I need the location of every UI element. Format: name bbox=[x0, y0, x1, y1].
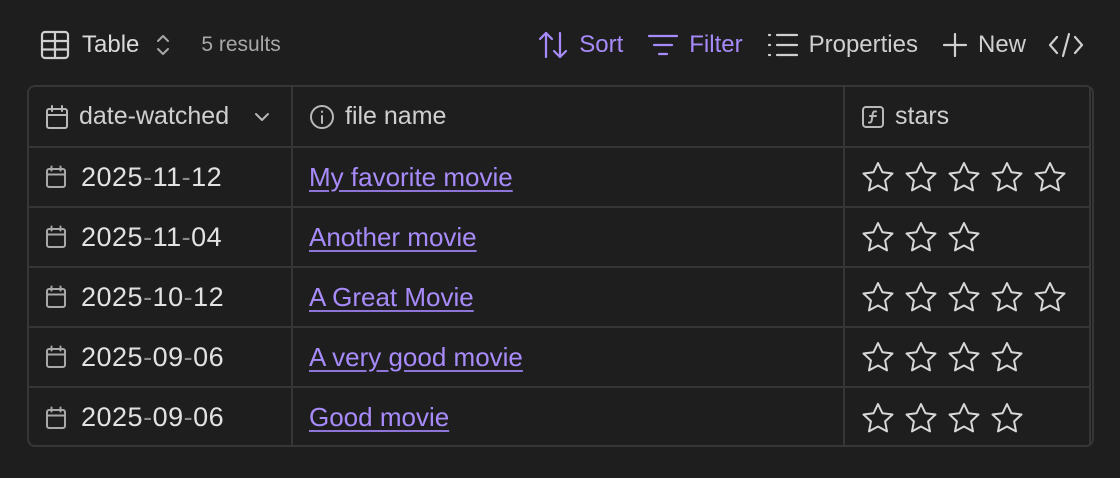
star-icon bbox=[990, 161, 1024, 193]
file-link[interactable]: A very good movie bbox=[309, 342, 523, 372]
date-cell[interactable]: 2025-11-12 bbox=[29, 147, 293, 208]
star-icon bbox=[990, 281, 1024, 313]
star-icon bbox=[947, 161, 981, 193]
chevron-down-icon[interactable] bbox=[253, 111, 271, 123]
new-button[interactable]: New bbox=[930, 22, 1038, 68]
column-label: stars bbox=[895, 102, 950, 130]
file-link[interactable]: Another movie bbox=[309, 222, 477, 252]
stars-cell bbox=[844, 147, 1091, 208]
date-cell[interactable]: 2025-09-06 bbox=[29, 327, 293, 388]
date-value: 2025-10-12 bbox=[81, 281, 225, 312]
date-cell[interactable]: 2025-11-04 bbox=[29, 207, 293, 268]
star-icon bbox=[1033, 161, 1067, 193]
filter-lines-icon bbox=[647, 32, 679, 58]
star-icon bbox=[861, 402, 895, 434]
list-icon bbox=[767, 32, 799, 58]
formula-icon bbox=[861, 105, 885, 129]
column-label: file name bbox=[345, 102, 447, 130]
star-icon bbox=[904, 402, 938, 434]
file-link[interactable]: A Great Movie bbox=[309, 282, 474, 312]
bases-table: date-watched file name stars 2025-11-12 … bbox=[27, 85, 1094, 447]
date-cell[interactable]: 2025-10-12 bbox=[29, 267, 293, 328]
file-name-cell: A Great Movie bbox=[292, 267, 845, 328]
file-link[interactable]: Good movie bbox=[309, 402, 449, 432]
filter-label: Filter bbox=[689, 31, 743, 58]
column-label: date-watched bbox=[79, 102, 230, 130]
table-row: 2025-11-12 My favorite movie bbox=[29, 147, 1091, 208]
sort-button[interactable]: Sort bbox=[525, 22, 635, 68]
table-row: 2025-09-06 Good movie bbox=[29, 387, 1091, 445]
star-icon bbox=[861, 161, 895, 193]
results-count: 5 results bbox=[201, 33, 281, 56]
table-grid: date-watched file name stars 2025-11-12 … bbox=[29, 87, 1091, 445]
date-value: 2025-09-06 bbox=[81, 341, 225, 372]
star-icon bbox=[861, 221, 895, 253]
header-row: date-watched file name stars bbox=[29, 87, 1091, 148]
file-name-cell: Good movie bbox=[292, 387, 845, 445]
stars-cell bbox=[844, 387, 1091, 445]
star-icon bbox=[990, 341, 1024, 373]
view-switcher[interactable]: Table bbox=[26, 22, 185, 68]
calendar-icon bbox=[45, 345, 67, 369]
calendar-icon bbox=[45, 165, 67, 189]
file-link[interactable]: My favorite movie bbox=[309, 162, 513, 192]
code-icon bbox=[1048, 31, 1084, 59]
column-header-stars[interactable]: stars bbox=[844, 87, 1091, 148]
filter-button[interactable]: Filter bbox=[635, 22, 754, 68]
plus-icon bbox=[942, 32, 968, 58]
sort-label: Sort bbox=[579, 31, 624, 58]
star-icon bbox=[947, 402, 981, 434]
star-icon bbox=[904, 221, 938, 253]
star-icon bbox=[947, 281, 981, 313]
calendar-icon bbox=[45, 225, 67, 249]
properties-button[interactable]: Properties bbox=[755, 22, 930, 68]
date-value: 2025-11-04 bbox=[81, 221, 223, 252]
date-value: 2025-09-06 bbox=[81, 402, 225, 432]
stars-cell bbox=[844, 207, 1091, 268]
star-icon bbox=[904, 281, 938, 313]
embed-code-button[interactable] bbox=[1038, 22, 1094, 68]
table-icon bbox=[40, 30, 70, 60]
bases-toolbar: Table 5 results Sort Filter Properties N… bbox=[26, 22, 1094, 68]
table-row: 2025-10-12 A Great Movie bbox=[29, 267, 1091, 328]
star-icon bbox=[861, 281, 895, 313]
file-name-cell: A very good movie bbox=[292, 327, 845, 388]
file-name-cell: My favorite movie bbox=[292, 147, 845, 208]
star-icon bbox=[1033, 281, 1067, 313]
properties-label: Properties bbox=[808, 31, 918, 58]
column-header-file-name[interactable]: file name bbox=[292, 87, 845, 148]
calendar-icon bbox=[45, 285, 67, 309]
calendar-icon bbox=[45, 406, 67, 430]
new-label: New bbox=[977, 31, 1026, 58]
calendar-icon bbox=[45, 104, 69, 130]
view-name: Table bbox=[82, 31, 140, 58]
table-row: 2025-09-06 A very good movie bbox=[29, 327, 1091, 388]
star-icon bbox=[947, 221, 981, 253]
table-body: 2025-11-12 My favorite movie 2025-11-04 bbox=[29, 147, 1091, 445]
date-value: 2025-11-12 bbox=[81, 161, 223, 192]
table-row: 2025-11-04 Another movie bbox=[29, 207, 1091, 268]
column-header-date-watched[interactable]: date-watched bbox=[29, 87, 293, 148]
date-cell[interactable]: 2025-09-06 bbox=[29, 387, 293, 445]
star-icon bbox=[947, 341, 981, 373]
star-icon bbox=[990, 402, 1024, 434]
sort-arrows-icon bbox=[537, 30, 569, 60]
star-icon bbox=[904, 161, 938, 193]
file-name-cell: Another movie bbox=[292, 207, 845, 268]
stars-cell bbox=[844, 327, 1091, 388]
stars-cell bbox=[844, 267, 1091, 328]
chevrons-up-down-icon bbox=[155, 32, 171, 58]
info-icon bbox=[309, 104, 335, 130]
star-icon bbox=[904, 341, 938, 373]
star-icon bbox=[861, 341, 895, 373]
